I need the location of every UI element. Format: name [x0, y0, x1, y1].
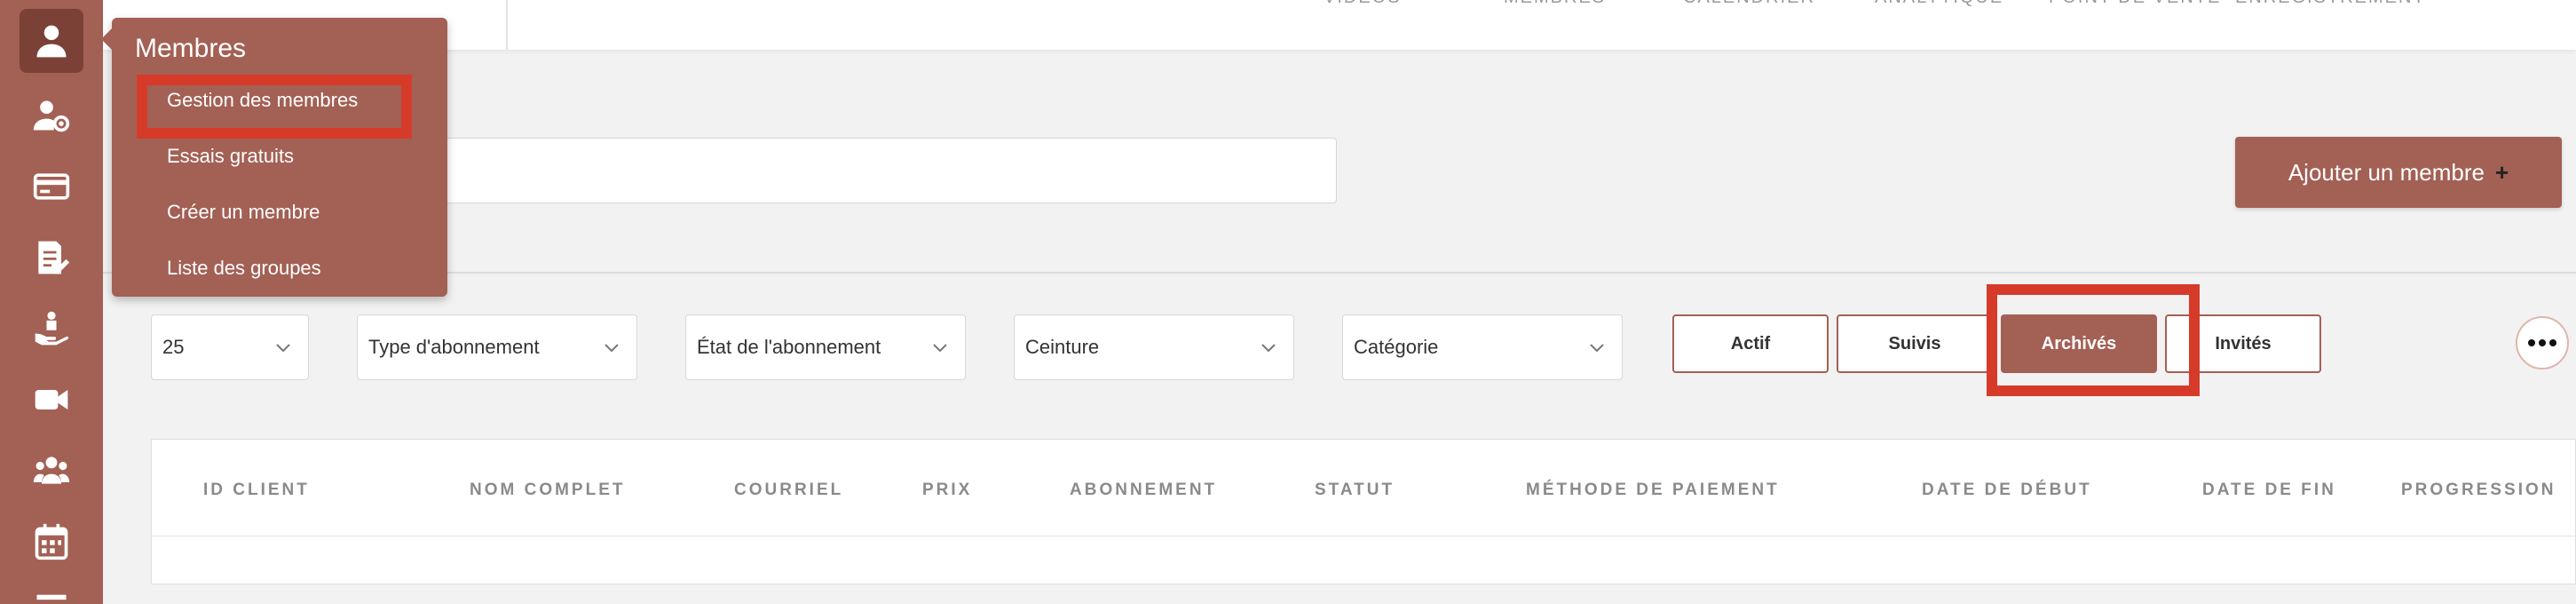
subscription-type-select[interactable]: Type d'abonnement	[357, 314, 637, 380]
user-settings-icon	[33, 100, 70, 132]
sidebar-item-videos[interactable]	[20, 368, 83, 432]
sidebar-item-payments[interactable]	[20, 155, 83, 219]
tab-followed[interactable]: Suivis	[1837, 314, 1993, 373]
sidebar-partial-icon	[36, 594, 67, 600]
credit-card-icon	[33, 173, 70, 200]
column-header[interactable]: ABONNEMENT	[1070, 481, 1217, 500]
plus-icon: +	[2494, 158, 2509, 186]
members-menu: Membres Gestion des membres Essais gratu…	[101, 18, 447, 297]
nav-check-in[interactable]: ENREGISTREMENT	[2235, 0, 2426, 8]
nav-analytics[interactable]: ANALYTIQUE	[1875, 0, 2003, 8]
nav-point-of-sale[interactable]: POINT DE VENTE	[2049, 0, 2221, 8]
add-member-label: Ajouter un membre	[2288, 158, 2485, 186]
dot-icon	[2528, 339, 2535, 346]
column-header[interactable]: ID CLIENT	[203, 481, 310, 500]
menu-item-free-trials[interactable]: Essais gratuits	[167, 145, 294, 168]
user-icon	[36, 25, 67, 58]
sidebar-item-documents[interactable]	[20, 226, 83, 290]
column-header[interactable]: PRIX	[922, 481, 972, 500]
sidebar	[0, 0, 103, 604]
sidebar-item-groups[interactable]	[20, 439, 83, 503]
category-value: Catégorie	[1354, 336, 1439, 358]
sidebar-item-members[interactable]	[20, 9, 83, 73]
column-header[interactable]: STATUT	[1315, 481, 1395, 500]
subscription-type-value: Type d'abonnement	[368, 336, 540, 358]
highlight-box	[137, 75, 412, 139]
sidebar-item-user-settings[interactable]	[20, 83, 83, 147]
subscription-state-value: État de l'abonnement	[697, 336, 881, 358]
menu-item-group-list[interactable]: Liste des groupes	[167, 257, 321, 280]
page-size-select[interactable]: 25	[151, 314, 309, 380]
belt-select[interactable]: Ceinture	[1014, 314, 1294, 380]
sidebar-item-calendar[interactable]	[20, 510, 83, 574]
dot-icon	[2549, 339, 2556, 346]
column-header[interactable]: DATE DE FIN	[2202, 481, 2336, 500]
column-header[interactable]: COURRIEL	[734, 481, 843, 500]
nav-calendar[interactable]: CALENDRIER	[1683, 0, 1815, 8]
chevron-down-icon	[276, 344, 290, 353]
top-bar: VIDÉOS MEMBRES CALENDRIER ANALYTIQUE POI…	[103, 0, 2576, 50]
menu-item-create-member[interactable]: Créer un membre	[167, 201, 320, 224]
menu-title: Membres	[135, 34, 247, 63]
chevron-down-icon	[604, 344, 619, 353]
subscription-state-select[interactable]: État de l'abonnement	[685, 314, 966, 380]
section-divider	[103, 272, 2576, 274]
nav-videos[interactable]: VIDÉOS	[1324, 0, 1402, 8]
column-header[interactable]: DATE DE DÉBUT	[1922, 481, 2092, 500]
column-header[interactable]: NOM COMPLET	[470, 481, 626, 500]
more-options-button[interactable]	[2516, 316, 2569, 370]
chevron-down-icon	[933, 344, 947, 353]
chevron-down-icon	[1261, 344, 1276, 353]
hand-person-icon	[35, 311, 69, 346]
page-size-value: 25	[162, 336, 185, 358]
document-edit-icon	[38, 241, 70, 274]
video-camera-icon	[35, 390, 68, 409]
dot-icon	[2539, 339, 2546, 346]
calendar-icon	[35, 523, 68, 560]
column-header[interactable]: MÉTHODE DE PAIEMENT	[1526, 481, 1780, 500]
add-member-button[interactable]: Ajouter un membre +	[2235, 137, 2562, 208]
sidebar-item-attendance[interactable]	[20, 297, 83, 361]
column-header[interactable]: PROGRESSION	[2401, 481, 2556, 500]
search-input[interactable]	[391, 138, 1337, 203]
group-icon	[33, 457, 70, 484]
chevron-down-icon	[1590, 344, 1604, 353]
category-select[interactable]: Catégorie	[1342, 314, 1623, 380]
nav-members[interactable]: MEMBRES	[1504, 0, 1606, 8]
sidebar-item-more[interactable]	[20, 581, 83, 604]
tab-active[interactable]: Actif	[1672, 314, 1829, 373]
belt-value: Ceinture	[1025, 336, 1100, 358]
top-bar-divider	[506, 0, 508, 50]
members-table: ID CLIENT NOM COMPLET COURRIEL PRIX ABON…	[151, 439, 2576, 584]
highlight-box	[1987, 284, 2200, 396]
